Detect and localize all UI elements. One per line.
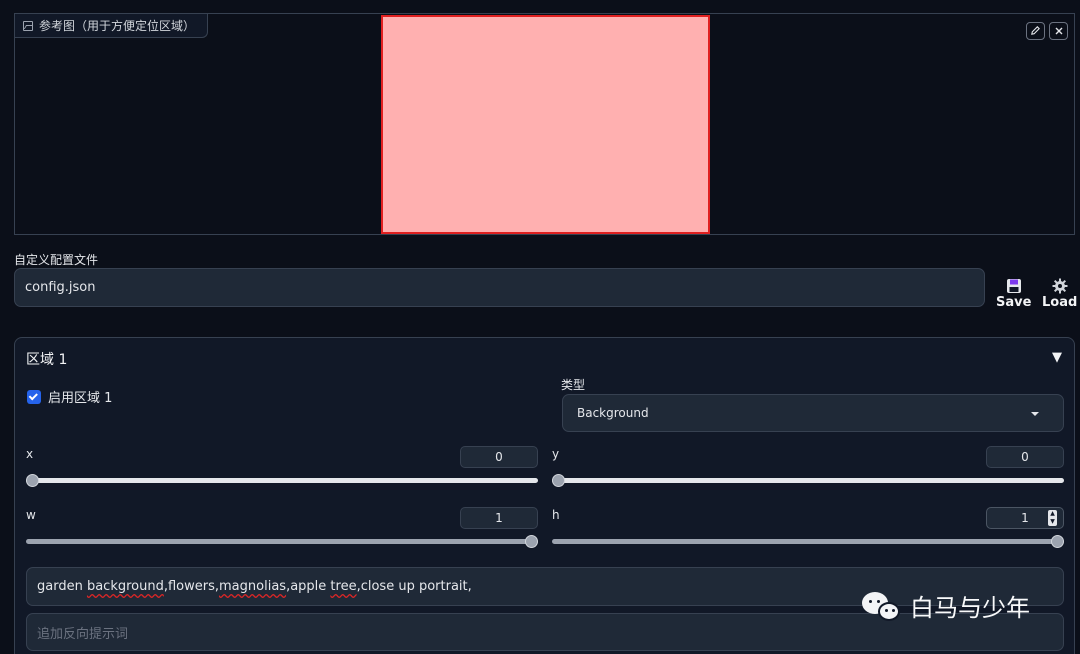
type-label: 类型	[561, 378, 586, 392]
reference-image-label-text: 参考图（用于方便定位区域）	[39, 19, 196, 33]
spinner-arrows-icon[interactable]: ▲ ▼	[1048, 510, 1057, 526]
h-slider-track[interactable]	[552, 539, 1064, 544]
w-slider-track[interactable]	[26, 539, 538, 544]
w-slider-label: w	[26, 508, 36, 522]
floppy-disk-icon	[1006, 279, 1021, 293]
w-slider-thumb[interactable]	[525, 535, 538, 548]
enable-region-label: 启用区域 1	[48, 391, 113, 406]
type-dropdown-value: Background	[577, 406, 649, 420]
chevron-down-icon	[1031, 412, 1039, 416]
enable-region-checkbox[interactable]	[27, 389, 41, 404]
pencil-icon	[1031, 26, 1040, 35]
y-slider-label: y	[552, 447, 560, 461]
edit-button[interactable]	[1026, 22, 1045, 40]
image-icon	[23, 20, 33, 31]
x-number-value: 0	[495, 450, 503, 464]
x-slider-label: x	[26, 447, 34, 461]
reference-image-label: 参考图（用于方便定位区域）	[15, 14, 209, 38]
collapse-arrow-icon[interactable]: ▼	[1052, 350, 1062, 365]
enable-region-checkbox-row[interactable]: 启用区域 1	[27, 387, 112, 406]
y-slider-thumb[interactable]	[552, 474, 565, 487]
save-button[interactable]: Save	[996, 278, 1031, 310]
load-button-label: Load	[1042, 295, 1078, 310]
h-number-input[interactable]: 1 ▲ ▼	[986, 507, 1064, 529]
clear-button[interactable]	[1049, 22, 1068, 40]
wechat-icon	[862, 590, 902, 622]
h-slider-label: h	[552, 508, 560, 522]
x-slider-track[interactable]	[26, 478, 538, 483]
config-file-value: config.json	[25, 280, 96, 295]
prompt-text: garden background,flowers,magnolias,appl…	[37, 579, 472, 594]
reference-toolbar	[1026, 22, 1068, 40]
config-file-label: 自定义配置文件	[14, 253, 99, 267]
close-icon	[1055, 27, 1062, 35]
w-number-input[interactable]: 1	[460, 507, 538, 529]
watermark: 白马与少年	[862, 588, 1030, 623]
h-slider-thumb[interactable]	[1051, 535, 1064, 548]
h-slider-block: h 1 ▲ ▼	[552, 507, 1064, 557]
y-number-value: 0	[1021, 450, 1029, 464]
w-number-value: 1	[495, 511, 503, 525]
reference-image-panel[interactable]: 参考图（用于方便定位区域）	[14, 13, 1075, 235]
watermark-text: 白马与少年	[910, 594, 1030, 622]
y-slider-block: y 0	[552, 446, 1064, 496]
x-slider-block: x 0	[26, 446, 538, 496]
type-dropdown[interactable]: Background	[562, 394, 1064, 432]
y-number-input[interactable]: 0	[986, 446, 1064, 468]
region-1-title[interactable]: 区域 1	[26, 349, 67, 369]
negative-prompt-placeholder: 追加反向提示词	[37, 626, 129, 642]
load-button[interactable]: Load	[1042, 278, 1077, 310]
config-file-input[interactable]: config.json	[14, 268, 985, 307]
y-slider-track[interactable]	[552, 478, 1064, 483]
reference-canvas[interactable]	[381, 15, 710, 234]
w-slider-block: w 1	[26, 507, 538, 557]
x-slider-thumb[interactable]	[26, 474, 39, 487]
save-button-label: Save	[996, 295, 1032, 310]
gear-icon	[1052, 278, 1068, 294]
h-number-value: 1	[1021, 511, 1029, 525]
x-number-input[interactable]: 0	[460, 446, 538, 468]
